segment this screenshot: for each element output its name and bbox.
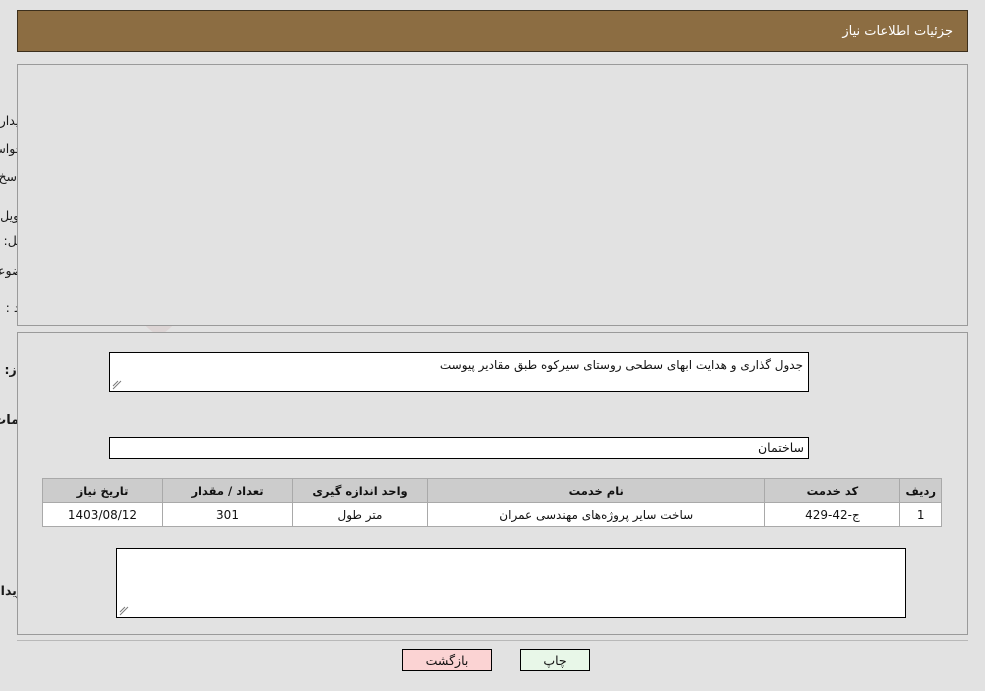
col-unit: واحد اندازه گیری xyxy=(293,478,429,503)
cell-row: 1 xyxy=(900,502,943,527)
col-service-name: نام خدمت xyxy=(427,478,767,503)
cell-unit: متر طول xyxy=(293,502,429,527)
col-row: ردیف xyxy=(900,478,943,503)
cell-service-code: ج-42-429 xyxy=(765,502,902,527)
service-group-value[interactable]: ساختمان xyxy=(110,437,810,459)
cell-quantity: 301 xyxy=(163,502,294,527)
summary-value: جدول گذاری و هدایت ابهای سطحی روستای سیر… xyxy=(440,358,804,372)
items-table: ردیف کد خدمت نام خدمت واحد اندازه گیری ت… xyxy=(43,478,943,527)
print-button[interactable]: چاپ xyxy=(521,649,591,671)
items-table-header-row: ردیف کد خدمت نام خدمت واحد اندازه گیری ت… xyxy=(43,478,943,503)
cell-service-name: ساخت سایر پروژه‌های مهندسی عمران xyxy=(427,502,767,527)
back-button[interactable]: بازگشت xyxy=(403,649,493,671)
page-title-bar: جزئیات اطلاعات نیاز xyxy=(18,10,969,52)
col-need-date: تاریخ نیاز xyxy=(43,478,164,503)
resize-grip-icon xyxy=(113,380,123,390)
cell-need-date: 1403/08/12 xyxy=(43,502,164,527)
page-title: جزئیات اطلاعات نیاز xyxy=(843,23,954,39)
table-row[interactable]: 1 ج-42-429 ساخت سایر پروژه‌های مهندسی عم… xyxy=(43,502,943,527)
resize-grip-icon xyxy=(120,606,130,616)
page-root: AriaTender.net جزئیات اطلاعات نیاز شماره… xyxy=(0,0,985,691)
col-quantity: تعداد / مقدار xyxy=(163,478,294,503)
col-service-code: کد خدمت xyxy=(765,478,902,503)
summary-textarea[interactable]: جدول گذاری و هدایت ابهای سطحی روستای سیر… xyxy=(110,352,810,392)
footer-divider xyxy=(18,640,969,641)
buyer-notes-textarea[interactable] xyxy=(117,548,907,618)
need-info-panel xyxy=(18,64,969,326)
